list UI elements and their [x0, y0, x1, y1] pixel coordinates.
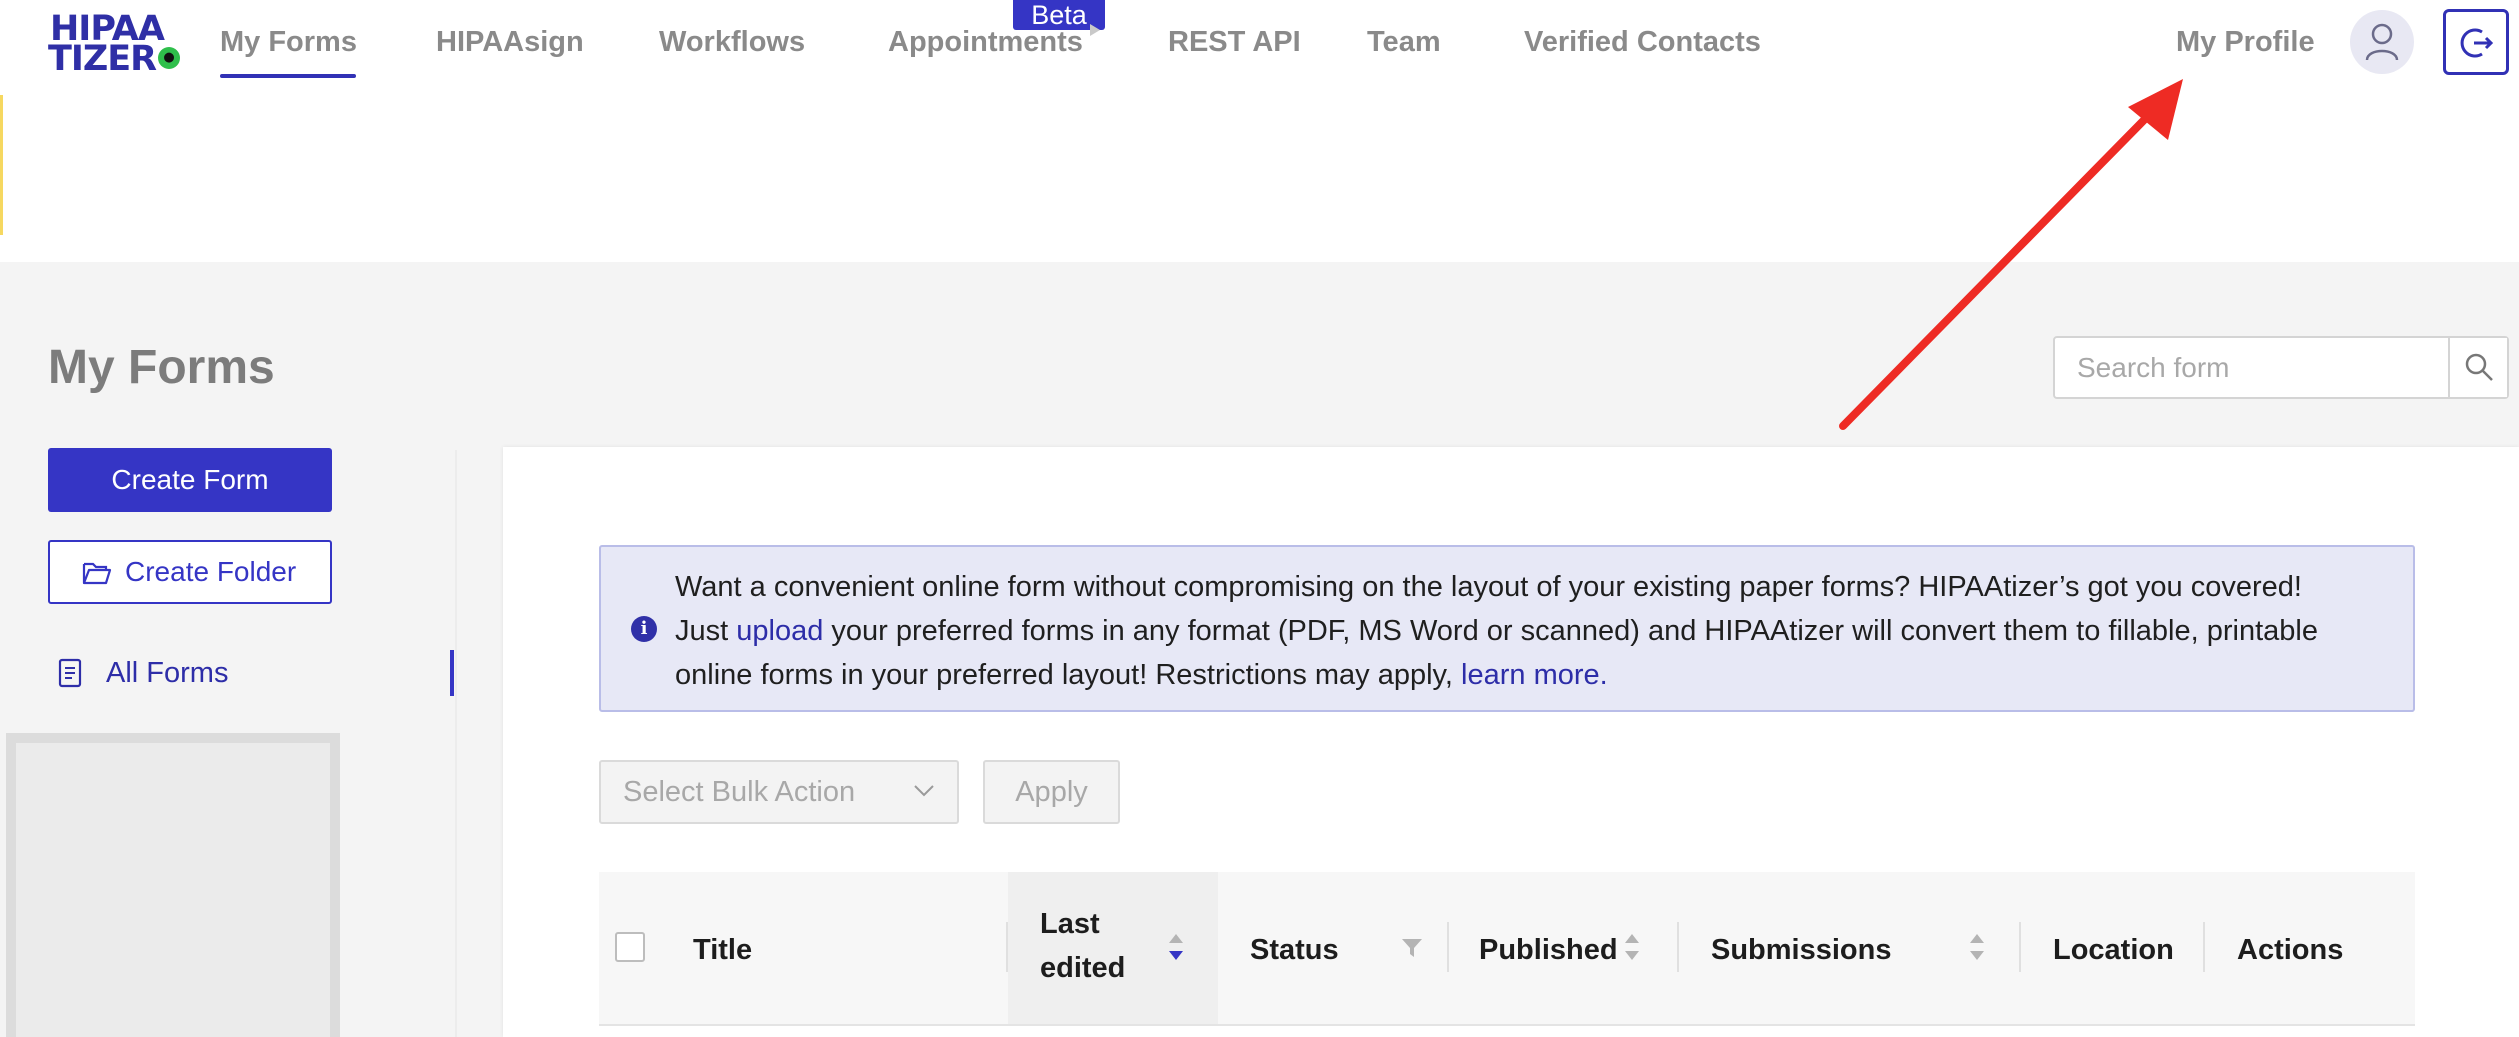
beta-badge-tail [1090, 24, 1100, 36]
logout-icon [2460, 28, 2494, 58]
nav-team[interactable]: Team [1367, 26, 1441, 60]
nav-active-underline [220, 74, 356, 78]
search-button[interactable] [2448, 338, 2507, 397]
search-icon [2465, 353, 2493, 381]
banner-line-3: online forms in your preferred layout! R… [675, 653, 2395, 697]
create-form-button[interactable]: Create Form [48, 448, 332, 512]
info-banner-text: Want a convenient online form without co… [675, 565, 2395, 697]
bulk-action-placeholder: Select Bulk Action [623, 776, 856, 808]
top-navigation-bar: HIPAA TIZER ● My Forms HIPAAsign Workflo… [0, 0, 2519, 262]
my-profile-link[interactable]: My Profile [2176, 26, 2315, 59]
column-status[interactable]: Status [1218, 872, 1448, 1024]
column-actions-label: Actions [2237, 934, 2344, 966]
sort-icon [1625, 934, 1639, 960]
folder-panel [6, 733, 340, 1037]
all-forms-label: All Forms [106, 657, 229, 689]
column-location-label: Location [2053, 934, 2174, 966]
edge-accent [0, 95, 3, 235]
column-published[interactable]: Published [1449, 872, 1679, 1024]
active-item-indicator [450, 650, 454, 696]
column-title[interactable]: Title [647, 872, 847, 1024]
column-status-label: Status [1250, 934, 1339, 966]
banner-line-2-pre: Just [675, 615, 737, 647]
logo-line-2: TIZER [48, 39, 157, 79]
column-title-label: Title [693, 934, 753, 966]
document-icon [58, 658, 82, 688]
logo-lock-icon: ● [158, 47, 180, 69]
banner-line-2: Just upload your preferred forms in any … [675, 609, 2395, 653]
logout-button[interactable] [2443, 9, 2509, 75]
create-folder-button[interactable]: Create Folder [48, 540, 332, 604]
bulk-action-select[interactable]: Select Bulk Action [599, 760, 959, 824]
sidebar-divider [455, 450, 457, 1037]
nav-rest-api[interactable]: REST API [1168, 26, 1301, 60]
select-all-checkbox[interactable] [615, 932, 645, 962]
nav-my-forms[interactable]: My Forms [220, 26, 357, 60]
banner-line-2-post: your preferred forms in any format (PDF,… [823, 615, 2318, 647]
nav-appointments[interactable]: Appointments [888, 26, 1083, 60]
column-published-label: Published [1479, 934, 1618, 966]
user-icon [2365, 23, 2399, 61]
apply-button[interactable]: Apply [983, 760, 1120, 824]
sort-icon [1970, 934, 1984, 960]
nav-verified-contacts[interactable]: Verified Contacts [1524, 26, 1761, 60]
upload-link[interactable]: upload [736, 615, 823, 647]
column-last-edited[interactable]: Last edited [1008, 872, 1218, 1024]
sort-desc-icon [1169, 934, 1183, 960]
search-input[interactable] [2055, 338, 2448, 397]
column-location[interactable]: Location [2021, 872, 2201, 1024]
forms-table-header: Title Last edited Status Published Submi… [599, 872, 2415, 1026]
banner-line-3-pre: online forms in your preferred layout! R… [675, 659, 1462, 691]
column-actions: Actions [2205, 872, 2405, 1024]
column-submissions-label: Submissions [1711, 934, 1892, 966]
chevron-down-icon [914, 785, 934, 797]
page-title: My Forms [48, 341, 275, 394]
info-banner: i Want a convenient online form without … [599, 545, 2415, 712]
column-last-edited-label-2: edited [1040, 952, 1126, 984]
column-last-edited-label-1: Last [1040, 908, 1100, 940]
column-submissions[interactable]: Submissions [1679, 872, 2019, 1024]
avatar[interactable] [2350, 10, 2414, 74]
nav-hipaasign[interactable]: HIPAAsign [436, 26, 584, 60]
filter-icon [1402, 939, 1422, 957]
info-icon: i [631, 616, 657, 642]
sidebar-item-all-forms[interactable]: All Forms [48, 650, 456, 696]
search-form-box [2053, 336, 2509, 399]
learn-more-link[interactable]: learn more. [1461, 659, 1608, 691]
nav-workflows[interactable]: Workflows [659, 26, 805, 60]
hipaatizer-logo[interactable]: HIPAA TIZER ● [48, 12, 183, 77]
create-folder-label: Create Folder [125, 556, 297, 587]
folder-open-icon [82, 562, 112, 585]
banner-line-1: Want a convenient online form without co… [675, 571, 2302, 603]
